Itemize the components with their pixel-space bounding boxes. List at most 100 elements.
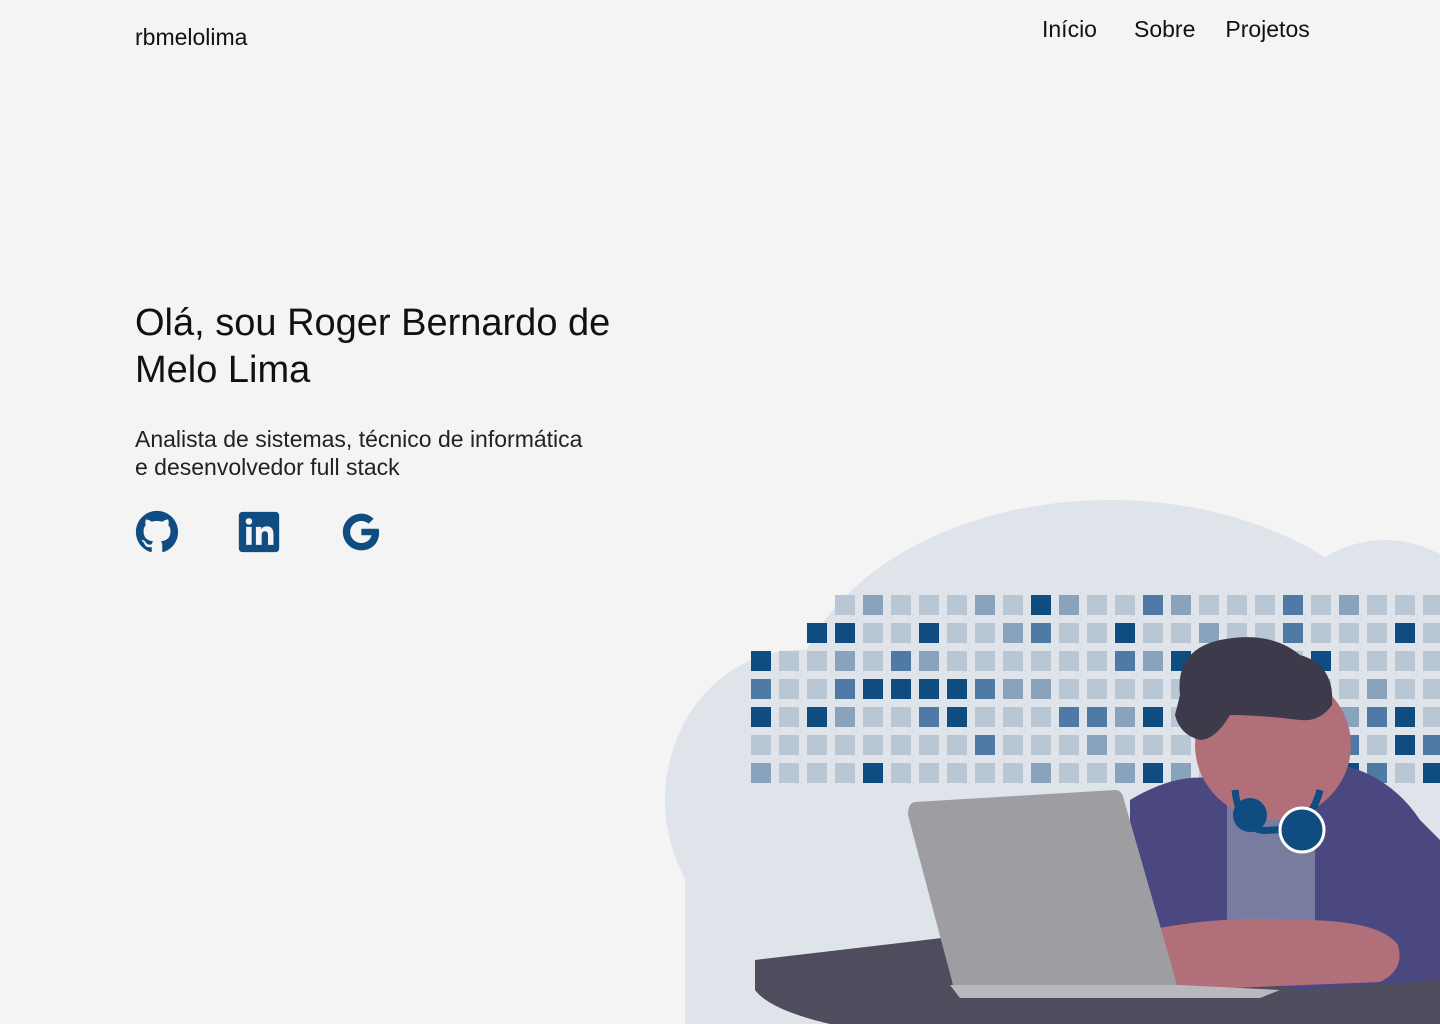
github-icon (135, 510, 179, 553)
grid-square (1423, 763, 1440, 783)
grid-square (975, 651, 995, 671)
grid-square (975, 623, 995, 643)
grid-square (1367, 651, 1387, 671)
grid-square (1423, 623, 1440, 643)
grid-square (1283, 595, 1303, 615)
grid-square (1339, 679, 1359, 699)
grid-square (1143, 735, 1163, 755)
grid-square (863, 651, 883, 671)
grid-square (751, 651, 771, 671)
grid-square (1115, 651, 1135, 671)
grid-square (863, 763, 883, 783)
grid-square (1143, 595, 1163, 615)
grid-square (1143, 651, 1163, 671)
grid-square (975, 763, 995, 783)
grid-square (947, 679, 967, 699)
grid-square (1059, 679, 1079, 699)
grid-square (835, 679, 855, 699)
grid-square (1339, 623, 1359, 643)
grid-square (1395, 707, 1415, 727)
grid-square (1087, 679, 1107, 699)
grid-square (1031, 595, 1051, 615)
grid-square (919, 679, 939, 699)
grid-square (1199, 595, 1219, 615)
grid-square (863, 735, 883, 755)
grid-square (947, 623, 967, 643)
grid-square (1143, 679, 1163, 699)
grid-square (1031, 679, 1051, 699)
page: rbmelolima Início Sobre Projetos Olá, so… (0, 0, 1440, 1024)
grid-square (1115, 763, 1135, 783)
grid-square (779, 707, 799, 727)
grid-square (1367, 623, 1387, 643)
grid-square (891, 623, 911, 643)
grid-square (863, 623, 883, 643)
grid-square (1087, 651, 1107, 671)
nav-item-projetos[interactable]: Projetos (1225, 16, 1309, 43)
grid-square (975, 679, 995, 699)
hero-subtitle-line-2: e desenvolvedor full stack (135, 454, 400, 480)
grid-square (1339, 651, 1359, 671)
grid-square (975, 595, 995, 615)
grid-square (1367, 707, 1387, 727)
grid-square (835, 735, 855, 755)
grid-square (1115, 595, 1135, 615)
grid-square (1003, 623, 1023, 643)
grid-square (807, 735, 827, 755)
grid-square (807, 763, 827, 783)
google-link[interactable] (339, 510, 383, 554)
grid-square (1395, 763, 1415, 783)
grid-square (1171, 735, 1191, 755)
nav-item-inicio[interactable]: Início (1042, 16, 1097, 43)
nav-item-sobre[interactable]: Sobre (1134, 16, 1195, 43)
grid-square (1059, 707, 1079, 727)
grid-square (1395, 623, 1415, 643)
grid-square (1003, 595, 1023, 615)
grid-square (807, 707, 827, 727)
brand-logo[interactable]: rbmelolima (135, 24, 247, 51)
grid-square (891, 763, 911, 783)
grid-square (947, 763, 967, 783)
grid-square (891, 735, 911, 755)
grid-square (1143, 623, 1163, 643)
github-link[interactable] (135, 510, 179, 554)
grid-square (1003, 763, 1023, 783)
linkedin-icon (238, 511, 280, 553)
grid-square (1227, 595, 1247, 615)
grid-square (919, 623, 939, 643)
grid-square (1395, 651, 1415, 671)
grid-square (975, 735, 995, 755)
grid-square (1171, 623, 1191, 643)
grid-square (807, 623, 827, 643)
grid-square (919, 651, 939, 671)
grid-square (751, 735, 771, 755)
grid-square (807, 679, 827, 699)
grid-square (891, 651, 911, 671)
grid-square (863, 707, 883, 727)
grid-square (1311, 623, 1331, 643)
grid-square (1003, 651, 1023, 671)
grid-square (1311, 595, 1331, 615)
grid-square (1423, 651, 1440, 671)
grid-square (891, 679, 911, 699)
grid-square (947, 707, 967, 727)
grid-square (1087, 707, 1107, 727)
grid-square (1423, 735, 1440, 755)
google-icon (342, 513, 380, 551)
grid-square (1115, 707, 1135, 727)
grid-square (1423, 707, 1440, 727)
grid-square (779, 763, 799, 783)
grid-square (1339, 595, 1359, 615)
grid-square (1031, 623, 1051, 643)
grid-square (1143, 707, 1163, 727)
grid-square (919, 707, 939, 727)
grid-square (1367, 679, 1387, 699)
grid-square (835, 595, 855, 615)
grid-square (863, 595, 883, 615)
grid-square (1087, 763, 1107, 783)
grid-square (1003, 679, 1023, 699)
grid-square (1395, 595, 1415, 615)
grid-square (891, 707, 911, 727)
linkedin-link[interactable] (237, 510, 281, 554)
grid-square (1171, 595, 1191, 615)
